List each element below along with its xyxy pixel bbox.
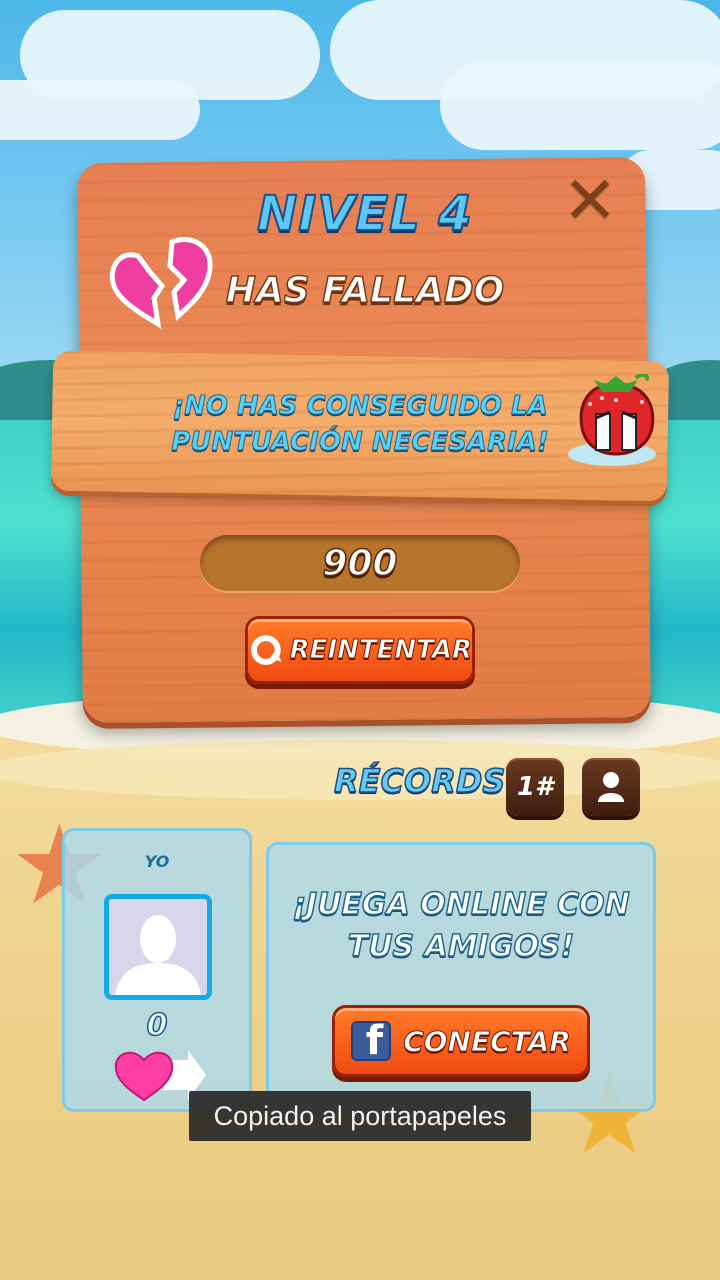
broken-heart-icon [109, 237, 213, 330]
player-score: 0 [146, 1007, 168, 1044]
close-icon[interactable]: ✕ [558, 162, 622, 239]
fail-message: ¡NO HAS CONSEGUIDO LA PUNTUACIÓN NECESAR… [160, 388, 560, 460]
retry-label: REINTENTAR [289, 635, 472, 666]
retry-button[interactable]: REINTENTAR [245, 616, 475, 684]
fail-message-line: ¡NO HAS CONSEGUIDO LA [172, 391, 548, 422]
profile-records-button[interactable] [582, 758, 640, 816]
connect-facebook-button[interactable]: f CONECTAR [332, 1005, 590, 1077]
toast-message: Copiado al portapapeles [189, 1091, 531, 1141]
crying-strawberry-icon [568, 374, 656, 466]
cloud [0, 80, 200, 140]
records-label: RÉCORDS: [333, 761, 519, 801]
score-display: 900 [200, 535, 520, 591]
player-label: YO [144, 852, 170, 871]
result-title: HAS FALLADO [225, 269, 505, 312]
level-title: NIVEL 4 [256, 185, 473, 243]
online-message: ¡JUEGA ONLINE CON TUS AMIGOS! [268, 884, 654, 968]
online-message-line: ¡JUEGA ONLINE CON [291, 886, 630, 923]
cloud [440, 60, 720, 150]
fail-message-line: PUNTUACIÓN NECESARIA! [171, 427, 549, 458]
person-icon [598, 772, 624, 802]
retry-icon [250, 635, 282, 665]
online-message-line: TUS AMIGOS! [347, 928, 575, 965]
facebook-icon: f [351, 1021, 392, 1061]
connect-label: CONECTAR [403, 1024, 572, 1058]
rank-records-button[interactable]: 1# [506, 758, 564, 816]
avatar-silhouette-icon [109, 899, 207, 995]
avatar [104, 894, 212, 1000]
